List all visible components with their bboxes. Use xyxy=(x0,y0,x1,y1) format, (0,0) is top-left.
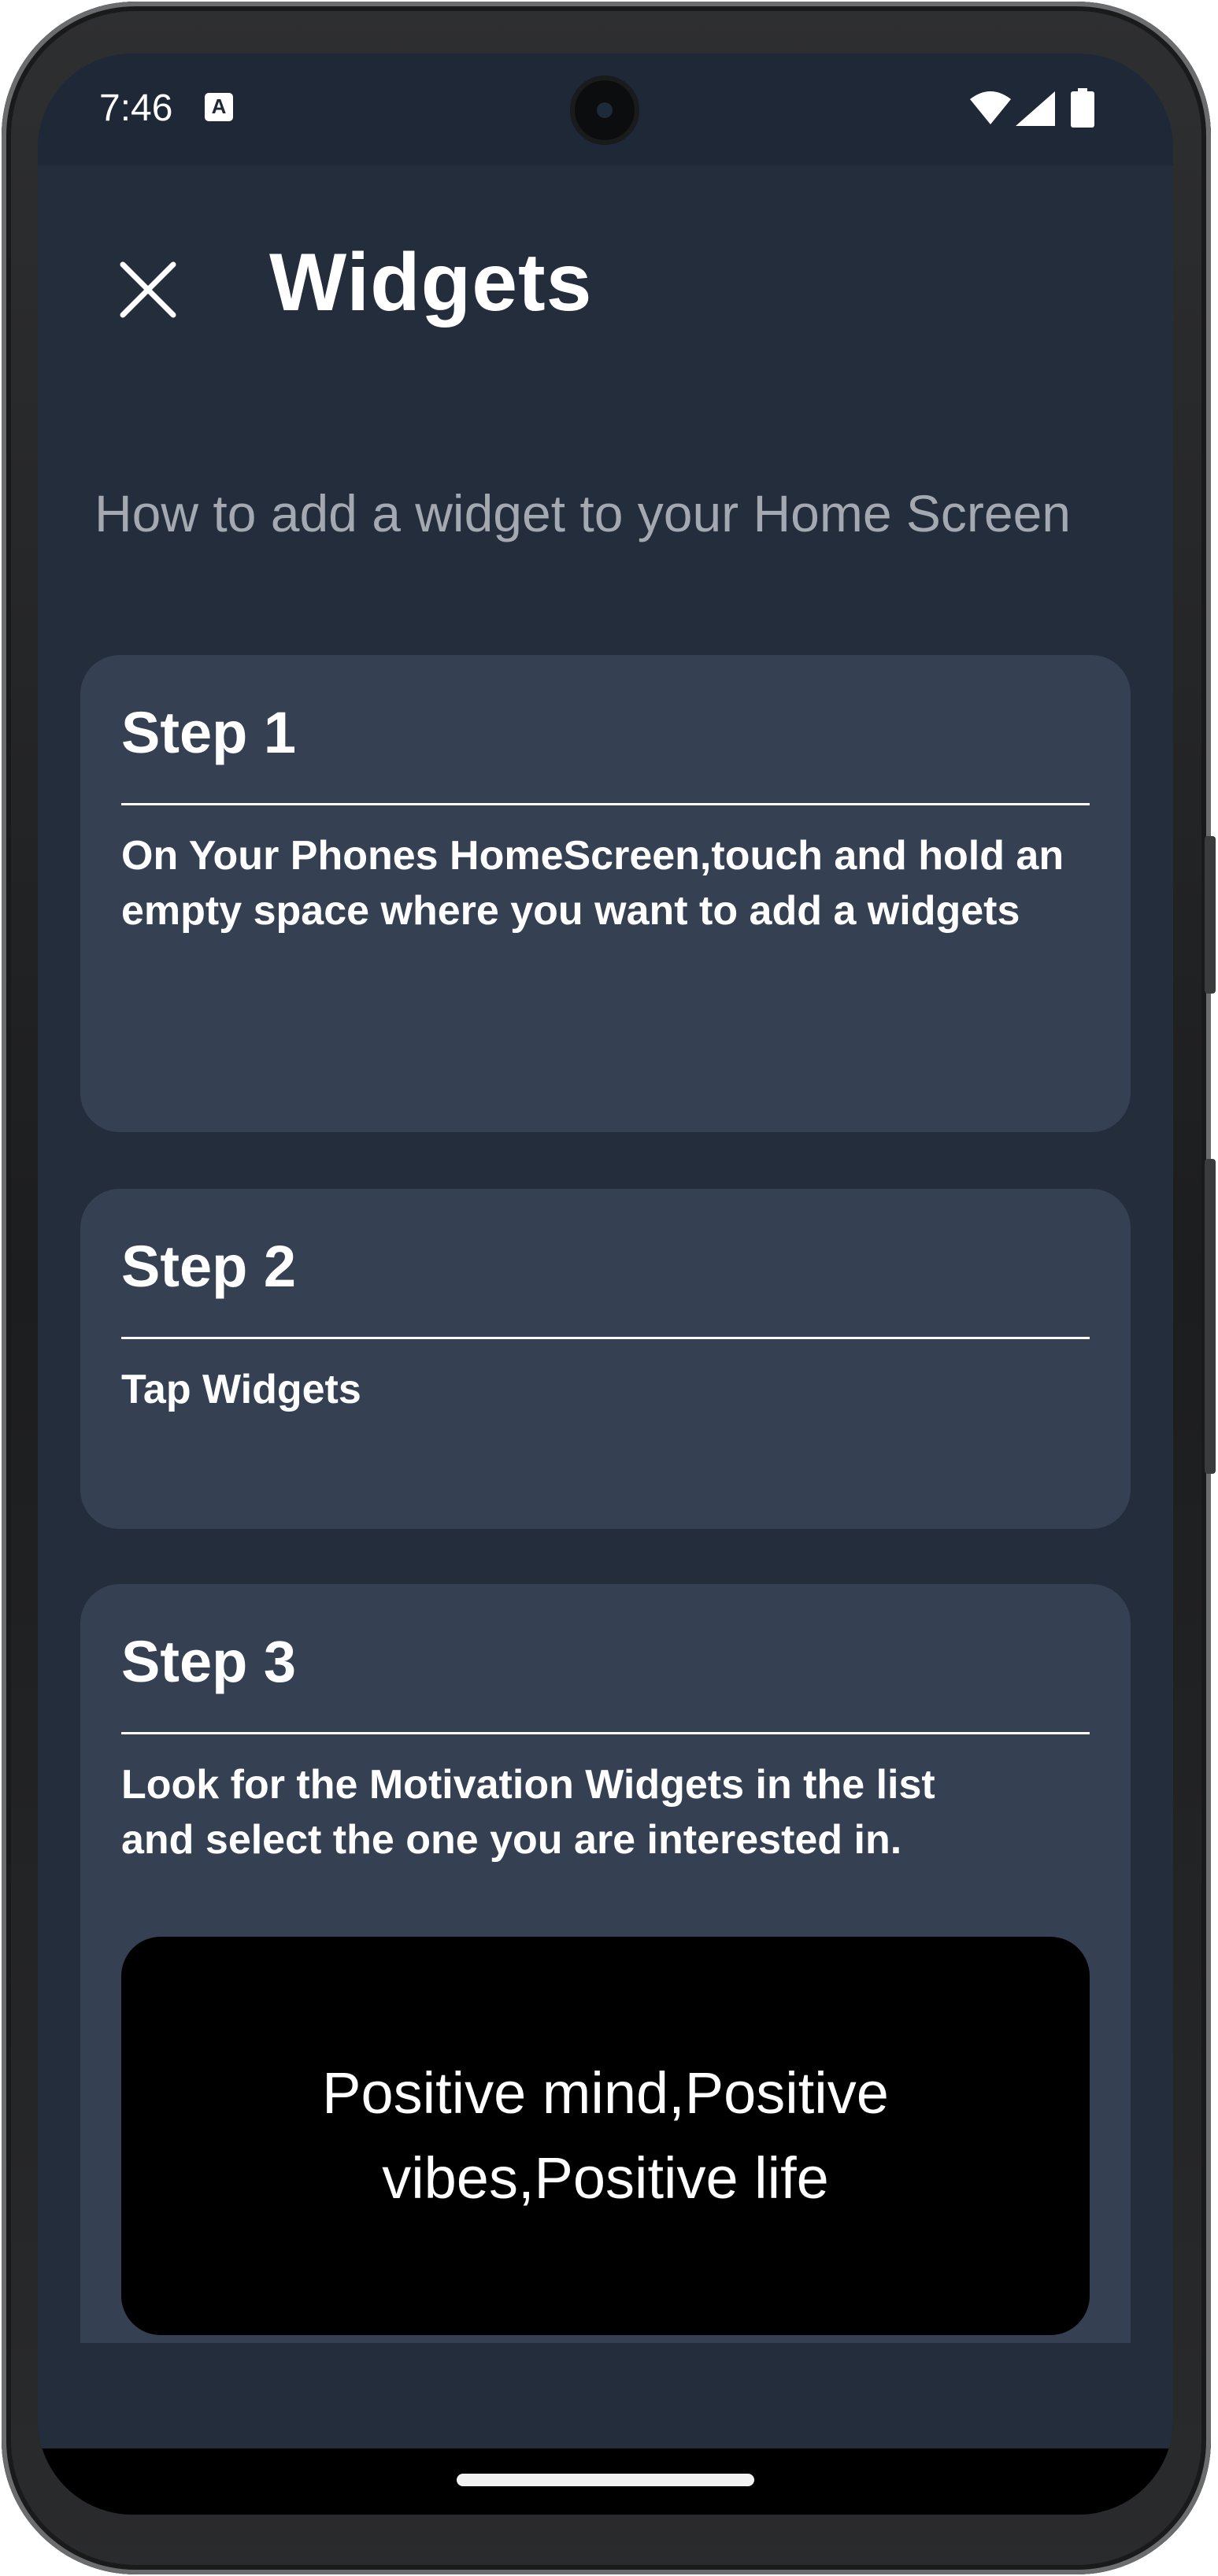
step-divider xyxy=(121,1337,1090,1339)
step-card-1: Step 1 On Your Phones HomeScreen,touch a… xyxy=(80,655,1131,1132)
widget-preview[interactable]: Positive mind,Positive vibes,Positive li… xyxy=(121,1937,1090,2335)
screen: 7:46 A Widgets How to add a widget to yo… xyxy=(38,54,1173,2515)
power-button xyxy=(1205,836,1216,994)
status-bar: 7:46 A xyxy=(38,54,1173,165)
step-description: Tap Widgets xyxy=(121,1367,361,1412)
widget-quote: Positive mind,Positive vibes,Positive li… xyxy=(322,2060,889,2211)
step-description: Look for the Motivation Widgets in the l… xyxy=(121,1762,935,1863)
step-title: Step 2 xyxy=(121,1234,297,1299)
wifi-icon xyxy=(970,91,1011,124)
step-title: Step 1 xyxy=(121,700,297,765)
keyboard-notification-icon: A xyxy=(205,93,233,121)
step-card-2: Step 2 Tap Widgets xyxy=(80,1189,1131,1529)
step-card-3: Step 3 Look for the Motivation Widgets i… xyxy=(80,1584,1131,2343)
step-description: On Your Phones HomeScreen,touch and hold… xyxy=(121,833,1064,934)
close-icon[interactable] xyxy=(118,260,178,320)
step-divider xyxy=(121,1732,1090,1734)
battery-icon xyxy=(1071,88,1094,128)
page-title: Widgets xyxy=(269,237,593,328)
volume-button xyxy=(1205,1159,1216,1474)
status-time: 7:46 xyxy=(99,87,173,129)
step-title: Step 3 xyxy=(121,1629,297,1694)
front-camera xyxy=(570,76,639,145)
phone-frame: 7:46 A Widgets How to add a widget to yo… xyxy=(2,2,1216,2574)
instructions-subtitle: How to add a widget to your Home Screen xyxy=(94,484,1071,542)
step-divider xyxy=(121,803,1090,805)
navigation-bar xyxy=(38,2448,1173,2515)
home-indicator[interactable] xyxy=(457,2474,754,2486)
signal-icon xyxy=(1016,91,1055,126)
